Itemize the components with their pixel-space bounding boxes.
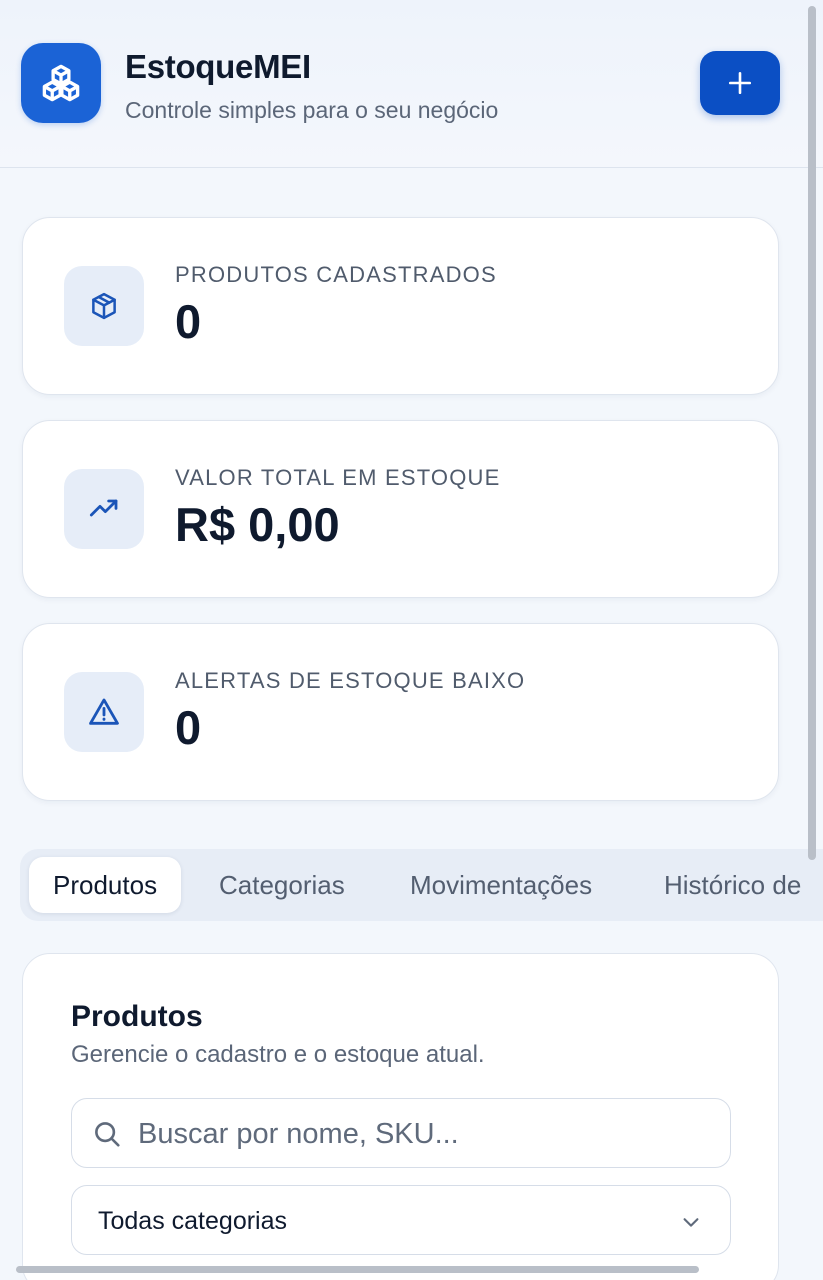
chevron-down-icon xyxy=(683,1218,699,1227)
trending-up-icon xyxy=(89,499,118,517)
search-placeholder: Buscar por nome, SKU... xyxy=(138,1118,459,1150)
search-input[interactable]: Buscar por nome, SKU... xyxy=(71,1098,731,1168)
plus-icon xyxy=(728,71,752,95)
app-subtitle: Controle simples para o seu negócio xyxy=(125,97,499,123)
stat-card-alertas: ALERTAS DE ESTOQUE BAIXO 0 xyxy=(22,623,779,801)
tab-categorias[interactable]: Categorias xyxy=(219,857,345,913)
horizontal-scrollbar[interactable] xyxy=(16,1266,699,1273)
tab-produtos[interactable]: Produtos xyxy=(29,857,182,913)
vertical-scrollbar[interactable] xyxy=(808,6,816,860)
stat-value: 0 xyxy=(175,701,202,754)
stat-value: R$ 0,00 xyxy=(175,498,340,551)
panel-description: Gerencie o cadastro e o estoque atual. xyxy=(71,1041,485,1068)
app-header: EstoqueMEI Controle simples para o seu n… xyxy=(0,0,823,168)
stat-icon-wrap xyxy=(64,672,144,752)
panel-title: Produtos xyxy=(71,1000,203,1033)
tab-historico[interactable]: Histórico de xyxy=(664,857,801,913)
app-title: EstoqueMEI xyxy=(125,48,311,85)
section-tabs: Produtos Categorias Movimentações Histór… xyxy=(20,849,823,921)
app-logo xyxy=(21,43,101,123)
stat-value: 0 xyxy=(175,295,202,348)
stat-icon-wrap xyxy=(64,266,144,346)
products-panel: Produtos Gerencie o cadastro e o estoque… xyxy=(22,953,779,1280)
tab-movimentacoes[interactable]: Movimentações xyxy=(410,857,592,913)
alert-triangle-icon xyxy=(89,698,119,725)
package-icon xyxy=(92,292,116,320)
stat-label: ALERTAS DE ESTOQUE BAIXO xyxy=(175,668,526,693)
add-product-button[interactable] xyxy=(700,51,780,115)
stat-card-valor-total: VALOR TOTAL EM ESTOQUE R$ 0,00 xyxy=(22,420,779,598)
stat-label: VALOR TOTAL EM ESTOQUE xyxy=(175,465,501,490)
stat-label: PRODUTOS CADASTRADOS xyxy=(175,262,497,287)
stat-icon-wrap xyxy=(64,469,144,549)
category-select[interactable]: Todas categorias xyxy=(71,1185,731,1255)
cubes-icon xyxy=(42,64,80,102)
stat-card-produtos: PRODUTOS CADASTRADOS 0 xyxy=(22,217,779,395)
search-icon xyxy=(95,1122,120,1147)
category-select-value: Todas categorias xyxy=(98,1207,288,1235)
